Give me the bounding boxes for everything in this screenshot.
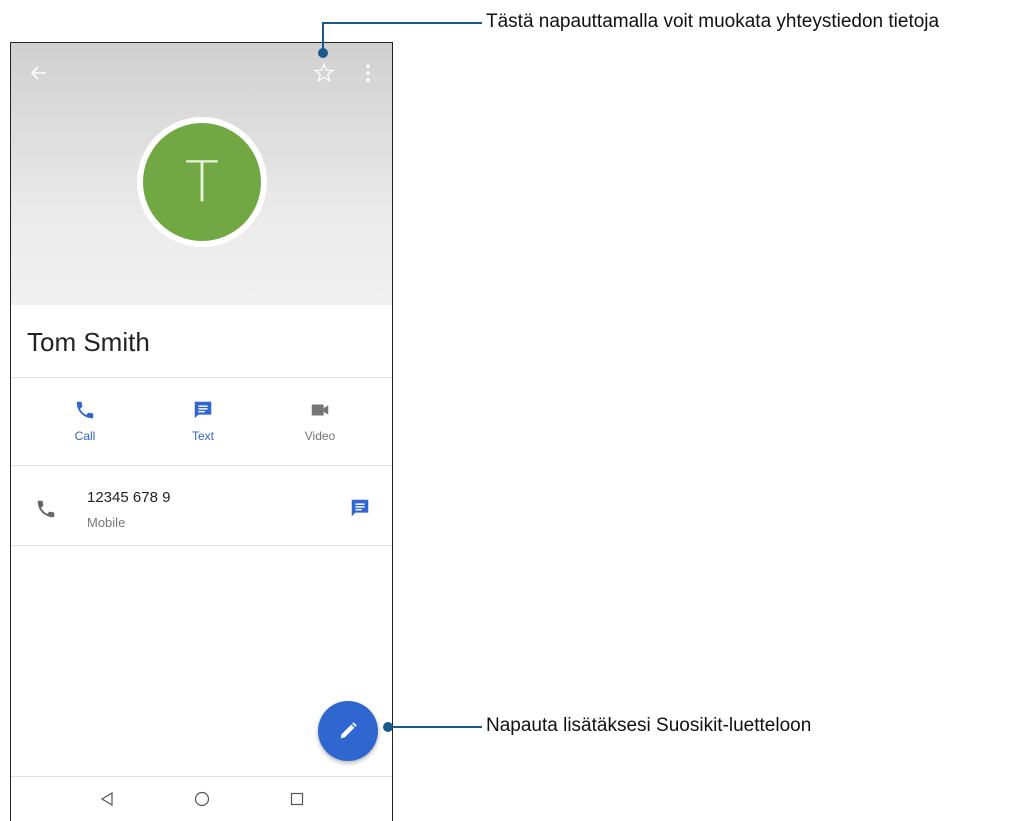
avatar: T [143, 123, 261, 241]
callout-connector-bottom [388, 726, 482, 728]
divider [11, 545, 392, 546]
callout-text-top: Tästä napauttamalla voit muokata yhteyst… [486, 11, 940, 32]
back-triangle-icon [100, 792, 113, 806]
contact-name: Tom Smith [27, 327, 150, 357]
message-icon [194, 401, 212, 419]
back-button[interactable] [27, 61, 51, 85]
divider [11, 465, 392, 466]
phone-row-icon [35, 498, 57, 520]
phone-icon [76, 401, 94, 419]
home-circle-icon [194, 791, 210, 807]
phone-number[interactable]: 12345 678 9 [87, 489, 170, 506]
call-label: Call [74, 429, 96, 443]
favorite-star-button[interactable] [312, 61, 336, 85]
system-nav-bar [11, 776, 392, 821]
callout-dot-top [318, 48, 328, 58]
contact-header: T [11, 43, 392, 305]
text-action-button[interactable]: Text [148, 399, 258, 455]
callout-connector-top [322, 22, 482, 24]
nav-recents-button[interactable] [287, 789, 307, 809]
pencil-edit-icon [340, 722, 357, 739]
videocam-icon [311, 404, 329, 416]
phone-icon [37, 500, 55, 518]
star-outline-icon [313, 62, 335, 83]
recents-square-icon [290, 792, 304, 806]
more-vert-icon [366, 64, 370, 82]
edit-contact-fab[interactable] [318, 701, 378, 761]
send-message-button[interactable] [349, 497, 371, 519]
call-action-button[interactable]: Call [30, 399, 140, 455]
contact-screen: T Tom Smith Call Text Video 12345 678 9 … [10, 42, 393, 821]
callout-text-bottom: Napauta lisätäksesi Suosikit-luetteloon [486, 715, 812, 736]
nav-home-button[interactable] [192, 789, 212, 809]
more-options-button[interactable] [358, 61, 378, 85]
divider [11, 377, 392, 378]
message-icon [351, 499, 369, 517]
callout-dot-bottom [383, 722, 393, 732]
phone-number-type: Mobile [87, 515, 126, 530]
text-label: Text [191, 429, 214, 443]
video-action-button[interactable]: Video [265, 399, 375, 455]
arrow-back-icon [30, 66, 46, 80]
nav-back-button[interactable] [97, 789, 117, 809]
video-label: Video [304, 429, 336, 443]
